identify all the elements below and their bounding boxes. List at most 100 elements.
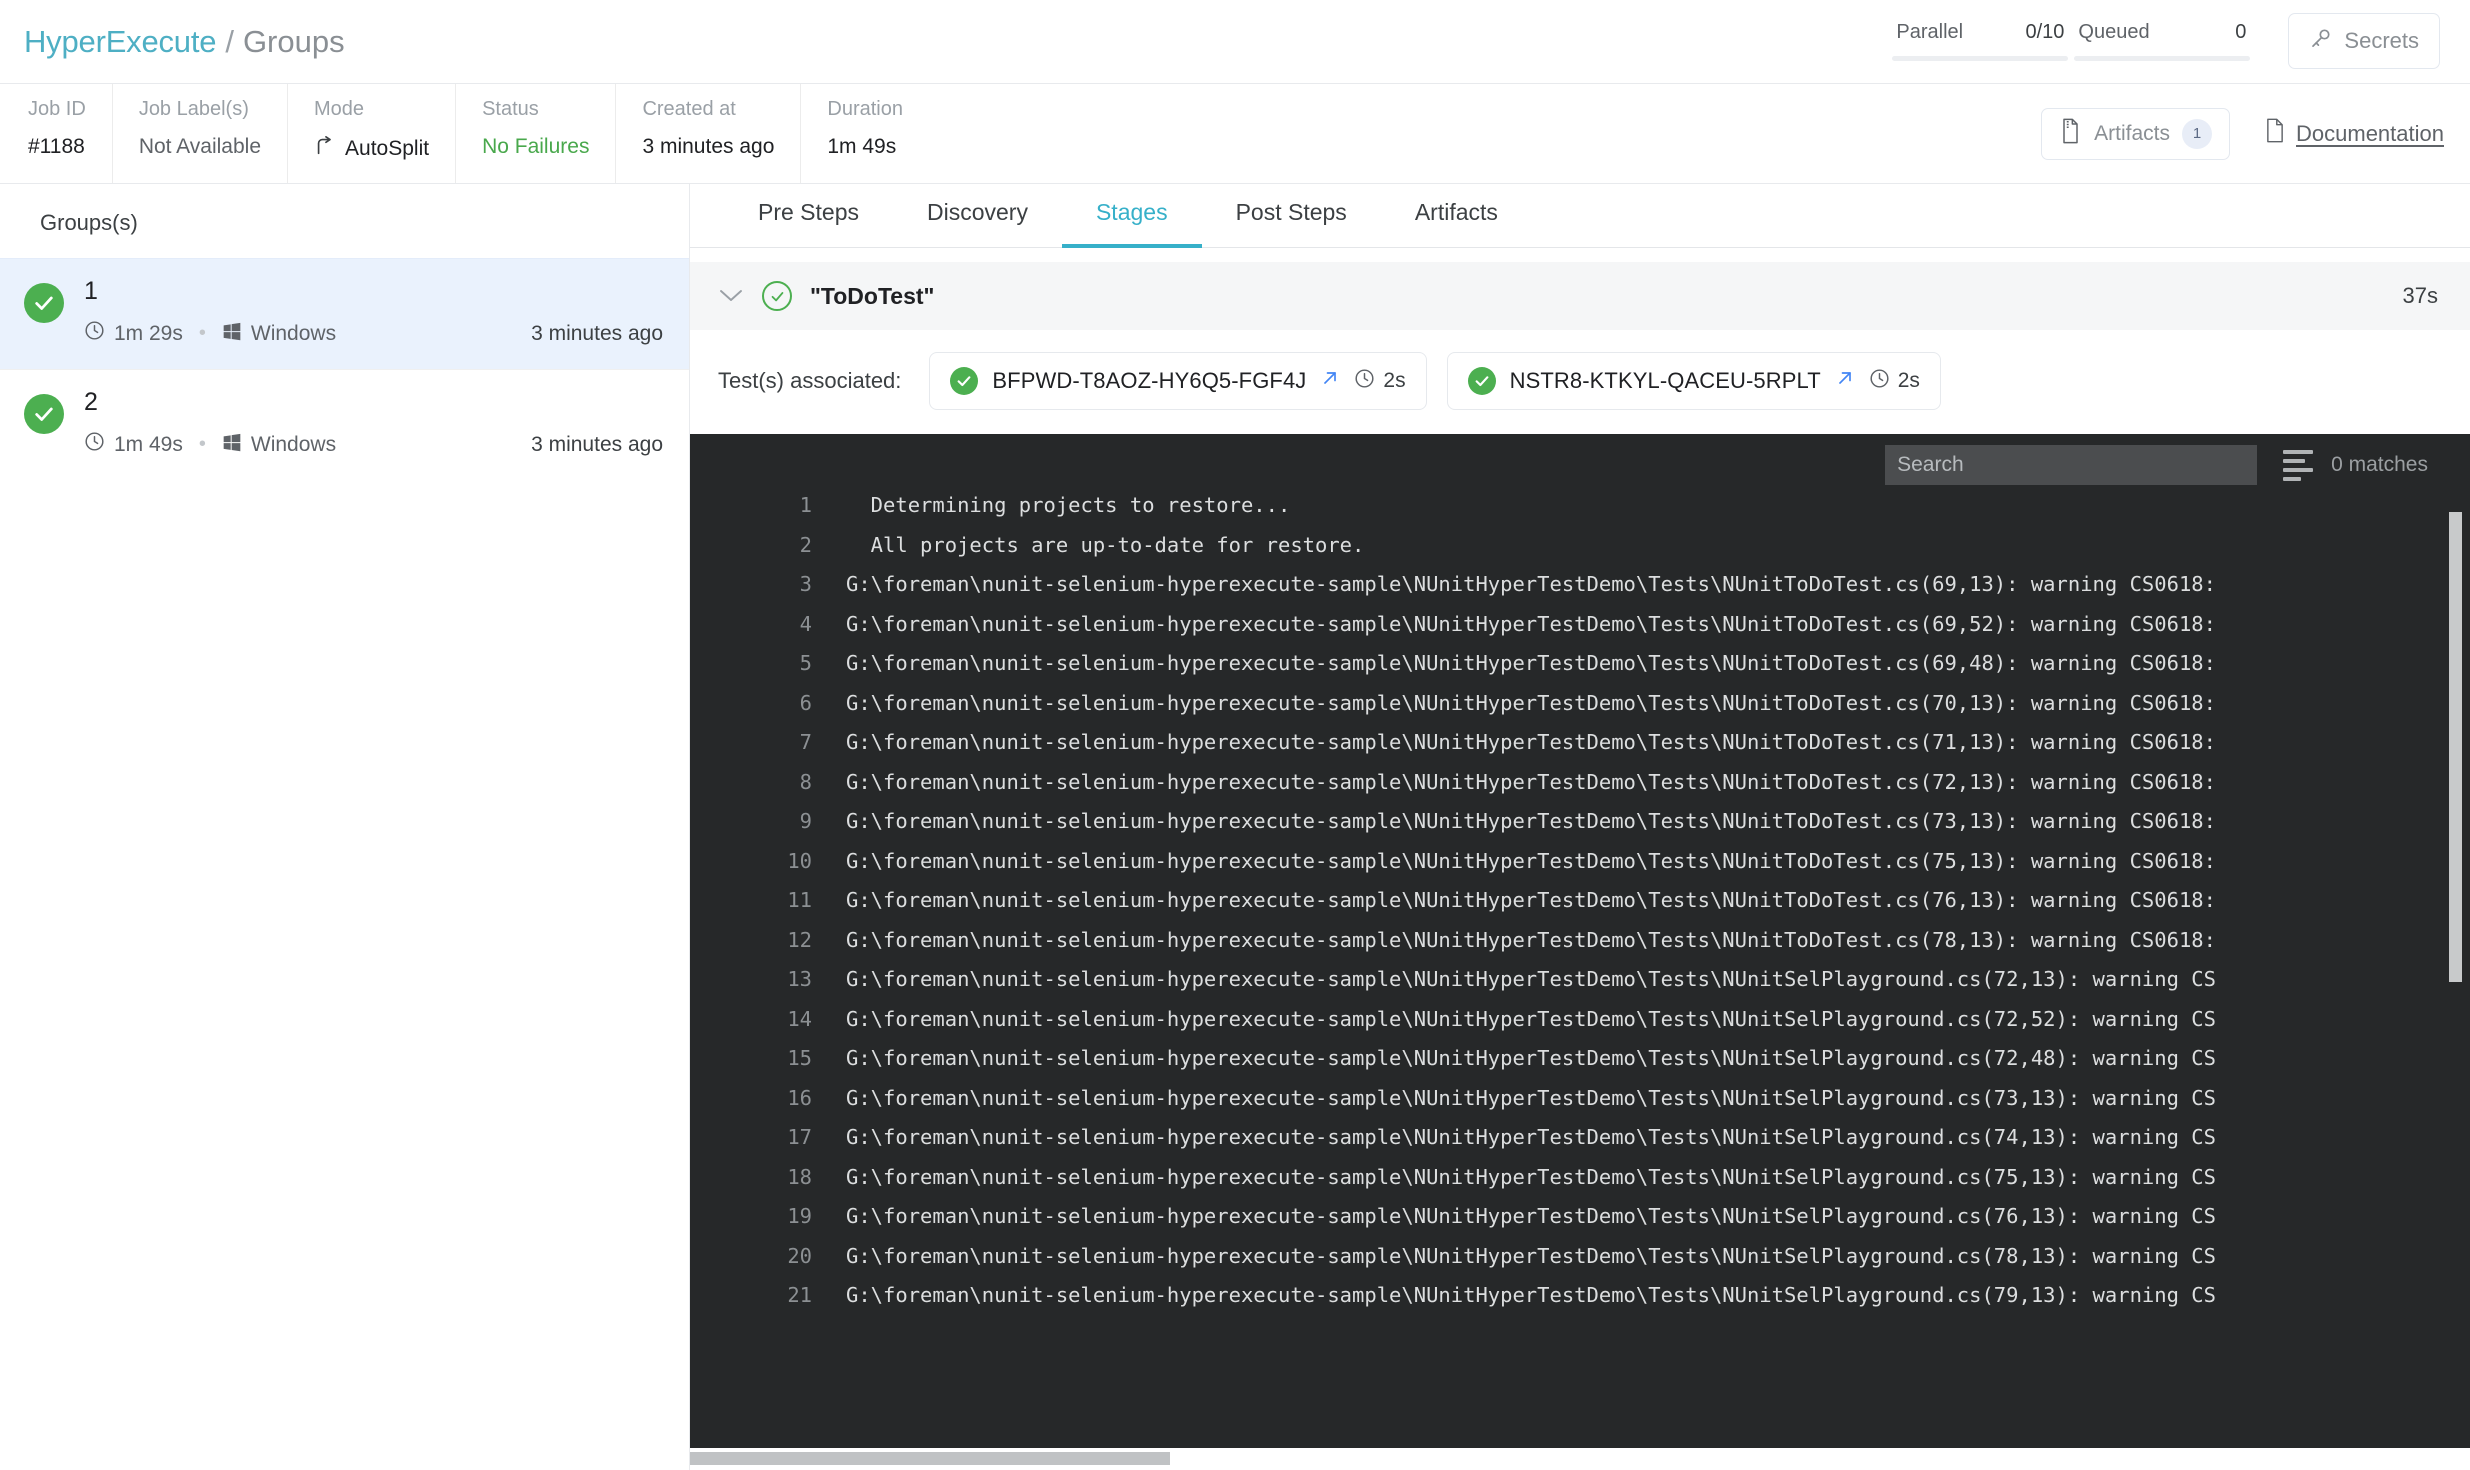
log-line-number: 6 [799, 690, 812, 715]
main-panel: Pre Steps Discovery Stages Post Steps Ar… [690, 184, 2470, 1470]
log-line: 12 G:\foreman\nunit-selenium-hyperexecute… [690, 921, 2470, 961]
group-list-item[interactable]: 2 1m 49s • Windows 3 minutes ago [0, 369, 689, 480]
test-id: BFPWD-T8AOZ-HY6Q5-FGF4J [992, 368, 1307, 393]
documentation-label: Documentation [2296, 120, 2444, 146]
created-at-cell: Created at 3 minutes ago [616, 84, 802, 183]
log-line: 8 G:\foreman\nunit-selenium-hyperexecute-… [690, 763, 2470, 803]
log-line-text: G:\foreman\nunit-selenium-hyperexecute-s… [846, 1164, 2216, 1189]
body: Groups(s) 1 1m 29s • Windows 3 minutes a… [0, 184, 2470, 1470]
tests-associated-label: Test(s) associated: [718, 368, 902, 393]
log-line-number: 8 [799, 769, 812, 794]
log-line-text: G:\foreman\nunit-selenium-hyperexecute-s… [846, 611, 2216, 636]
stage-duration: 37s [2402, 283, 2438, 308]
parallel-progress-bar [1892, 55, 2069, 61]
external-link-icon[interactable] [1320, 368, 1340, 394]
log-line: 13 G:\foreman\nunit-selenium-hyperexecute… [690, 960, 2470, 1000]
breadcrumb-separator: / [225, 23, 234, 59]
log-line: 3 G:\foreman\nunit-selenium-hyperexecute-… [690, 565, 2470, 605]
group-duration-text: 1m 29s [114, 321, 183, 345]
test-chip[interactable]: BFPWD-T8AOZ-HY6Q5-FGF4J 2s [929, 352, 1427, 410]
test-duration: 2s [1869, 368, 1920, 395]
group-platform: Windows [222, 432, 336, 458]
log-line: 16 G:\foreman\nunit-selenium-hyperexecute… [690, 1079, 2470, 1119]
status-cell: Status No Failures [456, 84, 617, 183]
console-vertical-scrollbar[interactable] [2449, 512, 2462, 982]
secrets-button[interactable]: Secrets [2288, 12, 2440, 69]
group-duration-text: 1m 49s [114, 432, 183, 456]
log-line: 18 G:\foreman\nunit-selenium-hyperexecute… [690, 1158, 2470, 1198]
windows-icon [222, 321, 242, 347]
branch-icon [314, 135, 336, 163]
stage-name: "ToDoTest" [810, 282, 935, 309]
meta-separator: • [198, 433, 206, 455]
tab-artifacts[interactable]: Artifacts [1381, 199, 1532, 248]
log-line: 2 All projects are up-to-date for restor… [690, 526, 2470, 566]
external-link-icon[interactable] [1835, 368, 1855, 394]
key-icon [2309, 26, 2333, 56]
job-id-cell: Job ID #1188 [24, 84, 113, 183]
log-line: 20 G:\foreman\nunit-selenium-hyperexecute… [690, 1237, 2470, 1277]
tab-discovery[interactable]: Discovery [893, 199, 1062, 248]
status-label: Status [482, 98, 539, 120]
log-line-number: 7 [799, 730, 812, 754]
log-line-number: 4 [799, 611, 812, 636]
breadcrumb-current: Groups [242, 23, 345, 59]
group-platform-text: Windows [250, 321, 337, 345]
log-line-number: 9 [799, 809, 812, 833]
windows-icon [222, 432, 242, 458]
group-duration: 1m 49s [84, 431, 183, 458]
log-line-number: 20 [787, 1243, 812, 1268]
log-line-number: 12 [787, 927, 812, 952]
created-at-label: Created at [642, 98, 736, 120]
console-horizontal-scrollbar-thumb[interactable] [690, 1452, 1170, 1465]
test-duration-text: 2s [1897, 369, 1920, 392]
job-bar-actions: Artifacts 1 Documentation [2041, 84, 2470, 183]
documentation-link[interactable]: Documentation [2264, 118, 2444, 149]
wrap-lines-icon[interactable] [2283, 449, 2314, 481]
log-line-number: 17 [787, 1125, 812, 1149]
log-line-text: G:\foreman\nunit-selenium-hyperexecute-s… [846, 1046, 2216, 1070]
log-line-text: G:\foreman\nunit-selenium-hyperexecute-s… [846, 651, 2216, 675]
meta-separator: • [198, 322, 206, 344]
stage-header[interactable]: "ToDoTest" 37s [690, 262, 2470, 330]
log-line-text: G:\foreman\nunit-selenium-hyperexecute-s… [846, 1243, 2216, 1268]
status-badge: No Failures [482, 135, 590, 158]
tab-stages[interactable]: Stages [1061, 199, 1202, 248]
test-id: NSTR8-KTKYL-QACEU-5RPLT [1509, 368, 1821, 393]
artifacts-label: Artifacts [2094, 121, 2171, 145]
group-platform: Windows [222, 321, 336, 347]
file-icon [2059, 118, 2082, 150]
log-line-number: 1 [799, 493, 812, 517]
log-line-text: G:\foreman\nunit-selenium-hyperexecute-s… [846, 1283, 2216, 1307]
duration-cell: Duration 1m 49s [801, 84, 929, 183]
log-line: 4 G:\foreman\nunit-selenium-hyperexecute-… [690, 605, 2470, 645]
log-line: 19 G:\foreman\nunit-selenium-hyperexecute… [690, 1197, 2470, 1237]
search-input[interactable] [1885, 445, 2258, 485]
group-meta: 1m 29s • Windows 3 minutes ago [84, 320, 663, 347]
match-count: 0 matches [2331, 453, 2428, 476]
console-horizontal-scrollbar-track[interactable] [690, 1448, 2470, 1470]
groups-title: Groups(s) [40, 210, 138, 235]
log-line-text: G:\foreman\nunit-selenium-hyperexecute-s… [846, 1085, 2216, 1110]
log-line-number: 10 [787, 848, 812, 873]
log-line-text: G:\foreman\nunit-selenium-hyperexecute-s… [846, 690, 2216, 715]
log-output[interactable]: 1 Determining projects to restore... 2 Al… [690, 486, 2470, 1448]
queued-stat: Queued 0 [2074, 15, 2251, 61]
queued-label: Queued [2078, 20, 2150, 43]
tab-post-steps[interactable]: Post Steps [1202, 199, 1381, 248]
test-chip[interactable]: NSTR8-KTKYL-QACEU-5RPLT 2s [1446, 352, 1941, 410]
group-name: 1 [84, 277, 98, 305]
log-line-text: G:\foreman\nunit-selenium-hyperexecute-s… [846, 730, 2216, 754]
secrets-label: Secrets [2344, 27, 2419, 53]
artifacts-button[interactable]: Artifacts 1 [2041, 107, 2231, 160]
mode-value-wrap: AutoSplit [314, 135, 429, 163]
log-line-number: 13 [787, 967, 812, 991]
chevron-down-icon[interactable] [718, 284, 744, 308]
tab-pre-steps[interactable]: Pre Steps [724, 199, 893, 248]
log-line: 1 Determining projects to restore... [690, 486, 2470, 526]
log-line-number: 5 [799, 651, 812, 675]
log-line: 10 G:\foreman\nunit-selenium-hyperexecute… [690, 842, 2470, 882]
breadcrumb-brand[interactable]: HyperExecute [24, 24, 217, 60]
group-list-item[interactable]: 1 1m 29s • Windows 3 minutes ago [0, 258, 689, 369]
log-line-text: G:\foreman\nunit-selenium-hyperexecute-s… [846, 848, 2216, 873]
